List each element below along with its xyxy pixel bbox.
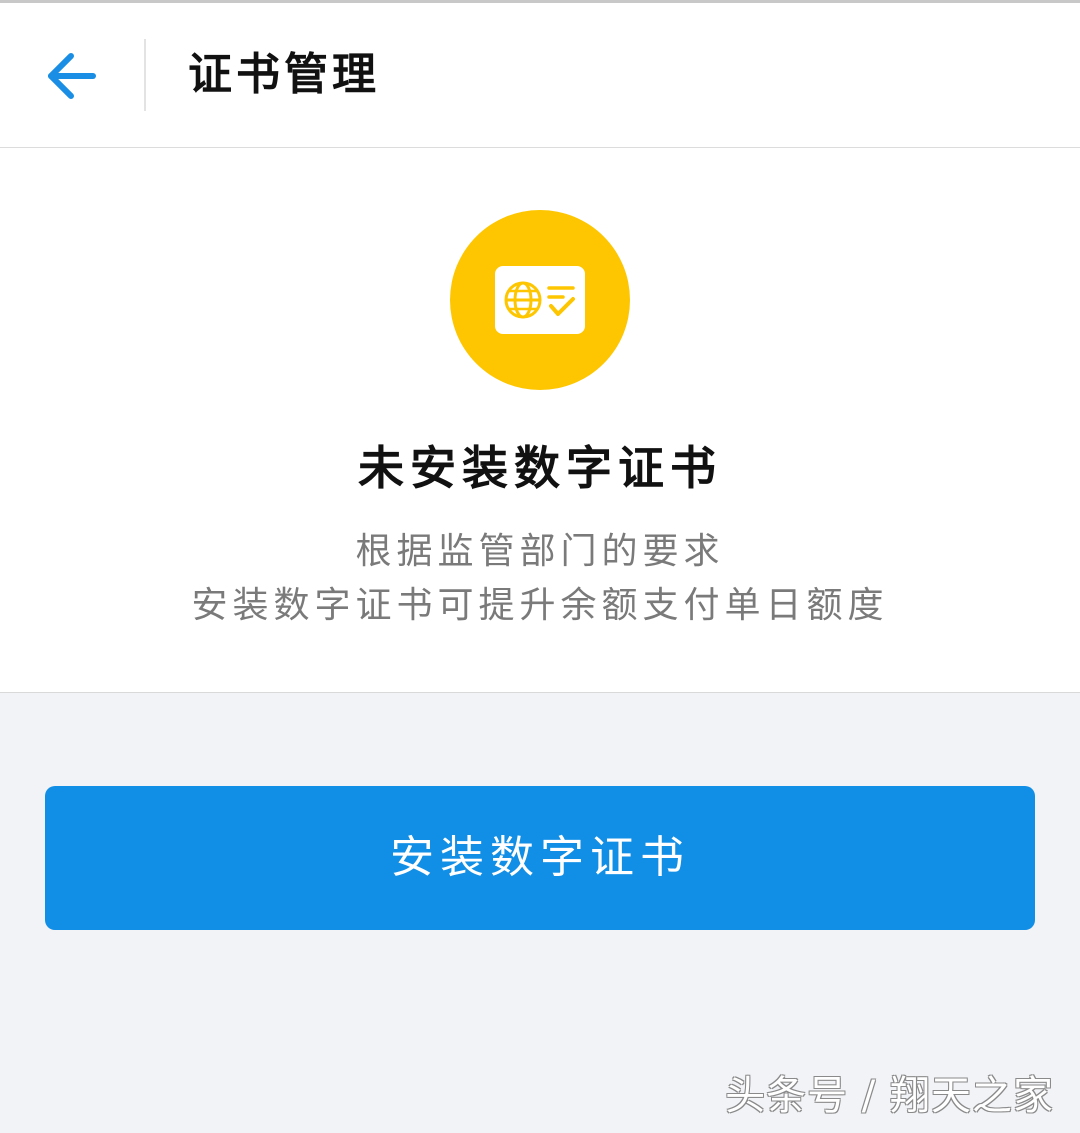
certificate-badge bbox=[450, 210, 630, 390]
install-certificate-button[interactable]: 安装数字证书 bbox=[45, 786, 1035, 930]
certificate-status-card: 未安装数字证书 根据监管部门的要求 安装数字证书可提升余额支付单日额度 bbox=[0, 148, 1080, 693]
page-title: 证书管理 bbox=[188, 49, 380, 100]
back-button[interactable] bbox=[30, 33, 116, 119]
status-title: 未安装数字证书 bbox=[358, 441, 722, 495]
watermark-text: 头条号 / 翔天之家 bbox=[725, 1073, 1054, 1119]
certificate-globe-check-icon bbox=[495, 266, 585, 334]
arrow-left-icon bbox=[48, 53, 96, 99]
header-divider bbox=[144, 39, 146, 111]
status-description-line-2: 安装数字证书可提升余额支付单日额度 bbox=[191, 585, 889, 626]
status-description-line-1: 根据监管部门的要求 bbox=[355, 531, 725, 572]
app-header: 证书管理 bbox=[0, 3, 1080, 148]
